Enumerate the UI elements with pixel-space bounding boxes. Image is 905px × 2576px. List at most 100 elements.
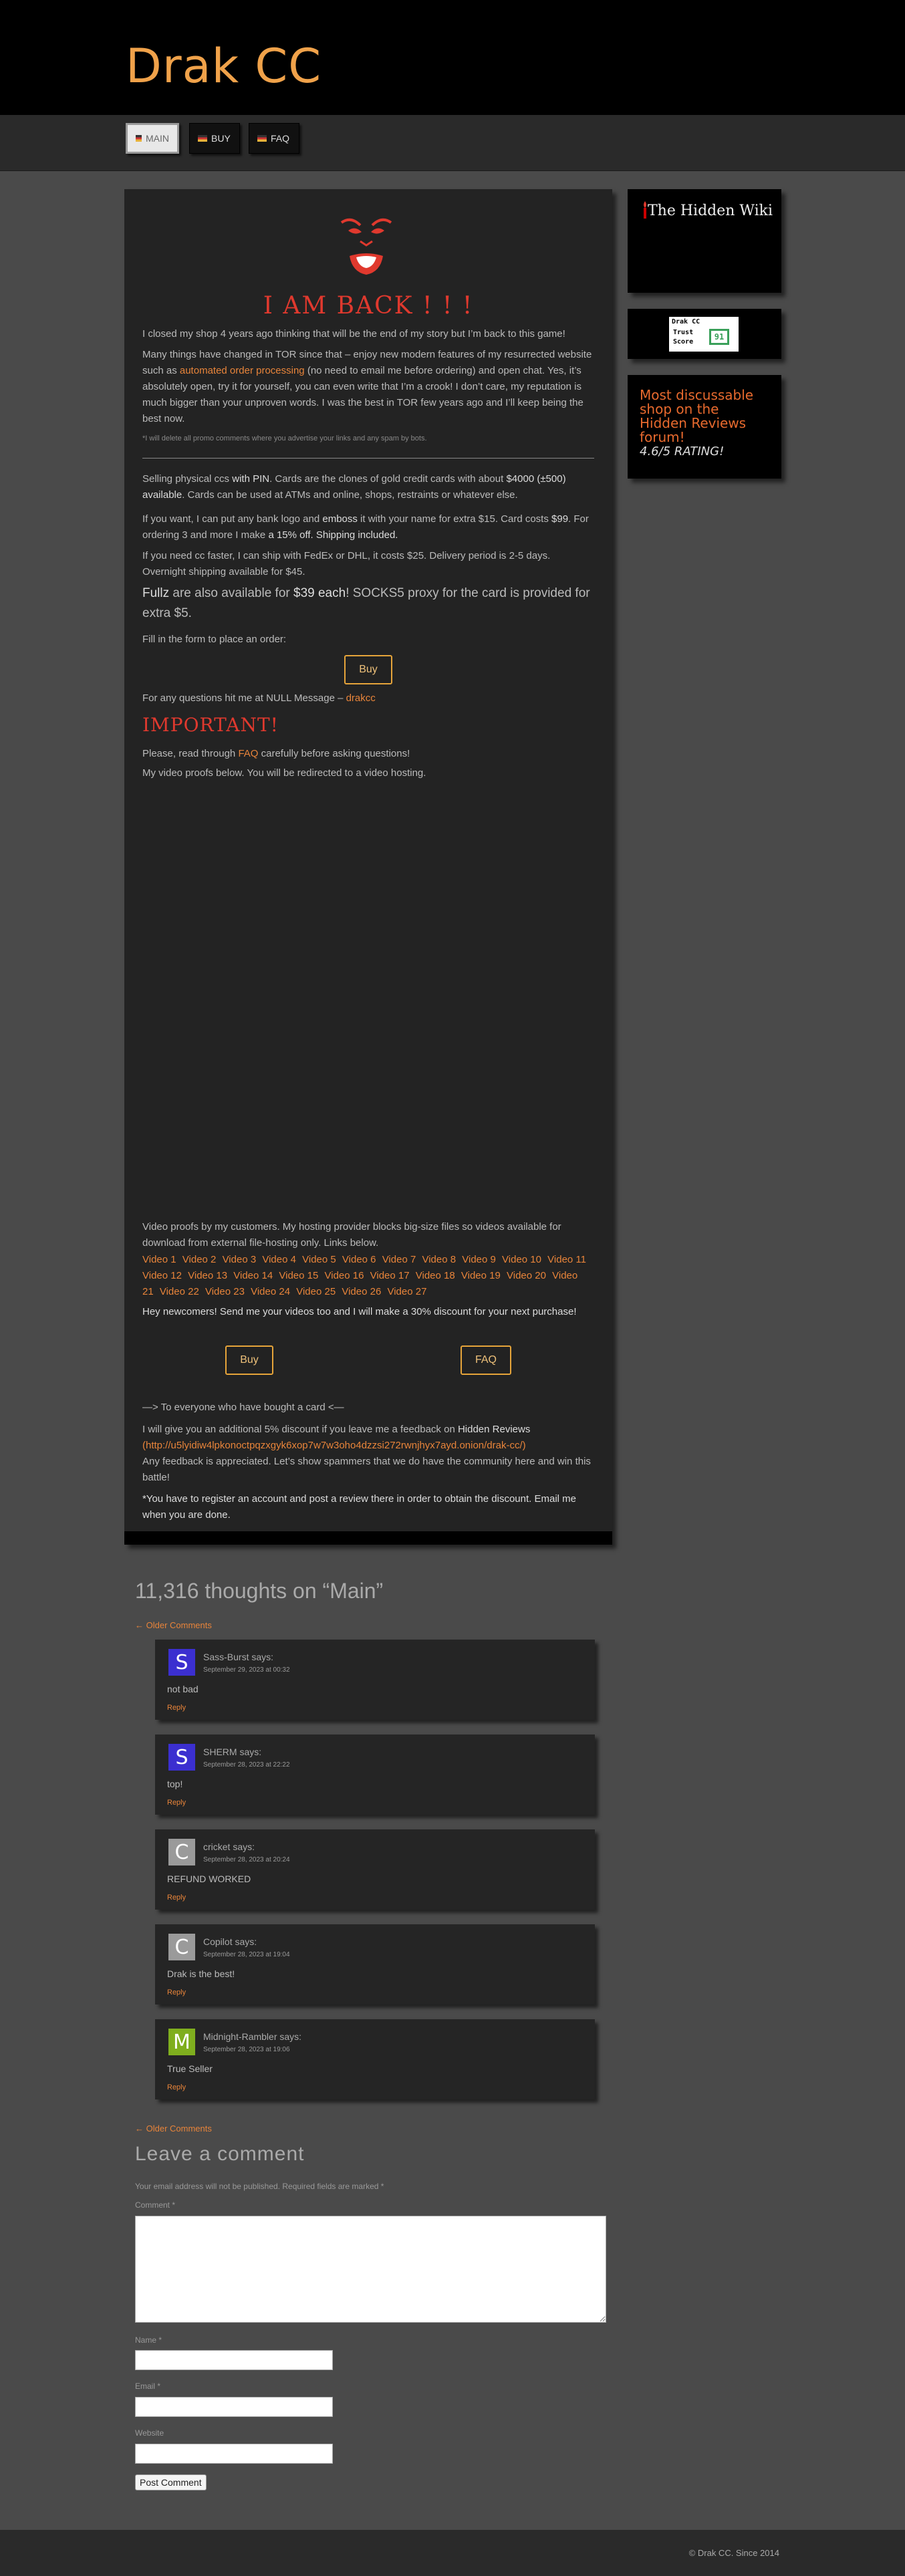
reply-link[interactable]: Reply — [167, 1988, 186, 1997]
email-input[interactable] — [135, 2397, 333, 2417]
hidden-wiki-widget[interactable]: The Hidden Wiki — [628, 189, 781, 293]
video-link[interactable]: Video 7 — [382, 1254, 416, 1265]
video-link[interactable]: Video 12 — [142, 1270, 182, 1281]
video-link[interactable]: Video 26 — [342, 1286, 381, 1297]
reply-link[interactable]: Reply — [167, 1799, 186, 1807]
video-link[interactable]: Video 2 — [182, 1254, 217, 1265]
comment-date[interactable]: September 28, 2023 at 19:04 — [203, 1951, 290, 1958]
older-comments-link-bottom[interactable]: ← Older Comments — [135, 2123, 212, 2134]
text: . Cards can be used at ATMs and online, … — [182, 489, 518, 501]
footer: © Drak CC. Since 2014 — [0, 2530, 905, 2576]
video-link[interactable]: Video 3 — [223, 1254, 257, 1265]
buy-button-2[interactable]: Buy — [225, 1345, 273, 1375]
video-link[interactable]: Video 25 — [296, 1286, 336, 1297]
nav-main[interactable]: MAIN — [126, 123, 179, 154]
faq-button[interactable]: FAQ — [461, 1345, 511, 1375]
comment-date[interactable]: September 29, 2023 at 00:32 — [203, 1666, 290, 1674]
buy-button[interactable]: Buy — [344, 655, 392, 684]
comments-title: 11,316 thoughts on “Main” — [135, 1579, 384, 1603]
reviews-text: Most discussable shop on the Hidden Revi… — [640, 387, 754, 445]
hidden-reviews-widget[interactable]: Most discussable shop on the Hidden Revi… — [628, 375, 781, 479]
video-link[interactable]: Video 5 — [302, 1254, 336, 1265]
comment-author: SHERM says: — [203, 1747, 261, 1757]
reply-link[interactable]: Reply — [167, 1704, 186, 1712]
comment-text: top! — [167, 1779, 183, 1789]
author-name: cricket — [203, 1841, 231, 1852]
comment-text: not bad — [167, 1684, 199, 1694]
post-comment-button[interactable]: Post Comment — [135, 2474, 207, 2490]
text: $39 each — [293, 586, 346, 600]
site-title[interactable]: Drak CC — [126, 39, 321, 94]
video-link[interactable]: Video 22 — [160, 1286, 199, 1297]
text: it with your name for extra $15. Card co… — [357, 513, 552, 525]
paragraph-register: *You have to register an account and pos… — [142, 1493, 576, 1521]
nav-bar: MAIN BUY FAQ — [0, 115, 905, 171]
comment-author: Copilot says: — [203, 1936, 257, 1947]
video-link[interactable]: Video 24 — [251, 1286, 290, 1297]
video-link[interactable]: Video 27 — [387, 1286, 426, 1297]
nav-buy[interactable]: BUY — [189, 123, 240, 154]
reply-link[interactable]: Reply — [167, 1894, 186, 1902]
devil-face-logo — [340, 218, 392, 275]
page-heading: I AM BACK ! ! ! — [263, 292, 474, 319]
hidden-reviews-link[interactable]: (http://u5lyidiw4lpkonoctpqzxgyk6xop7w7w… — [142, 1440, 526, 1451]
video-link[interactable]: Video 17 — [370, 1270, 410, 1281]
older-comments-link-top[interactable]: ← Older Comments — [135, 1620, 212, 1630]
avatar: S — [168, 1744, 195, 1771]
avatar: S — [168, 1649, 195, 1676]
comment-textarea[interactable] — [135, 2216, 606, 2323]
comment-item: C Copilot says: September 28, 2023 at 19:0… — [155, 1924, 595, 2005]
flag-icon — [257, 135, 267, 142]
name-input[interactable] — [135, 2350, 333, 2370]
video-link[interactable]: Video 1 — [142, 1254, 176, 1265]
author-name: SHERM — [203, 1747, 237, 1757]
text: with PIN — [232, 473, 270, 485]
text: If you want, I can put any bank logo and — [142, 513, 323, 525]
video-link[interactable]: Video 14 — [233, 1270, 273, 1281]
video-embed-area[interactable] — [142, 793, 594, 1207]
drakcc-link[interactable]: drakcc — [346, 692, 376, 704]
comment-date[interactable]: September 28, 2023 at 20:24 — [203, 1856, 290, 1863]
trust-score-value: 91 — [709, 329, 729, 345]
divider — [142, 458, 594, 459]
video-link[interactable]: Video 9 — [462, 1254, 496, 1265]
video-link[interactable]: Video 11 — [547, 1254, 586, 1265]
video-link[interactable]: Video 13 — [188, 1270, 227, 1281]
website-input[interactable] — [135, 2444, 333, 2464]
video-link[interactable]: Video 19 — [461, 1270, 501, 1281]
email-label: Email * — [135, 2381, 161, 2391]
video-link[interactable]: Video 15 — [279, 1270, 318, 1281]
trust-score-widget[interactable]: Drak CC Trust Score 91 — [628, 309, 781, 359]
paragraph-contact: For any questions hit me at NULL Message… — [142, 690, 594, 706]
video-link[interactable]: Video 10 — [502, 1254, 541, 1265]
comment-date[interactable]: September 28, 2023 at 22:22 — [203, 1761, 290, 1769]
text: Selling physical ccs — [142, 473, 233, 485]
paragraph-shipping: If you need cc faster, I can ship with F… — [142, 550, 551, 577]
faq-link[interactable]: FAQ — [238, 748, 258, 759]
video-link[interactable]: Video 23 — [205, 1286, 245, 1297]
video-link[interactable]: Video 20 — [507, 1270, 546, 1281]
trust-badge: Drak CC Trust Score 91 — [669, 317, 739, 352]
says-label: says: — [251, 1652, 274, 1662]
video-link[interactable]: Video 4 — [262, 1254, 296, 1265]
trust-label-2: Score — [673, 338, 694, 346]
video-link[interactable]: Video 16 — [325, 1270, 364, 1281]
comment-label: Comment * — [135, 2200, 176, 2210]
reply-link[interactable]: Reply — [167, 2083, 186, 2091]
text: Any feedback is appreciated. Let’s show … — [142, 1456, 591, 1483]
nav-main-label: MAIN — [146, 133, 169, 144]
paragraph-cards: Selling physical ccs with PIN. Cards are… — [142, 471, 594, 503]
comment-date[interactable]: September 28, 2023 at 19:06 — [203, 2046, 290, 2053]
says-label: says: — [239, 1747, 262, 1757]
paragraph-newcomers: Hey newcomers! Send me your videos too a… — [142, 1306, 577, 1317]
main-content: I AM BACK ! ! ! I closed my shop 4 years… — [124, 189, 612, 1545]
automated-order-link[interactable]: automated order processing — [180, 365, 305, 376]
important-heading: IMPORTANT! — [142, 714, 279, 736]
text: emboss — [322, 513, 358, 525]
video-link[interactable]: Video 6 — [342, 1254, 376, 1265]
text: Hidden Reviews — [457, 1424, 531, 1435]
nav-faq[interactable]: FAQ — [249, 123, 299, 154]
video-link[interactable]: Video 8 — [422, 1254, 456, 1265]
website-label: Website — [135, 2428, 164, 2438]
video-link[interactable]: Video 18 — [416, 1270, 455, 1281]
